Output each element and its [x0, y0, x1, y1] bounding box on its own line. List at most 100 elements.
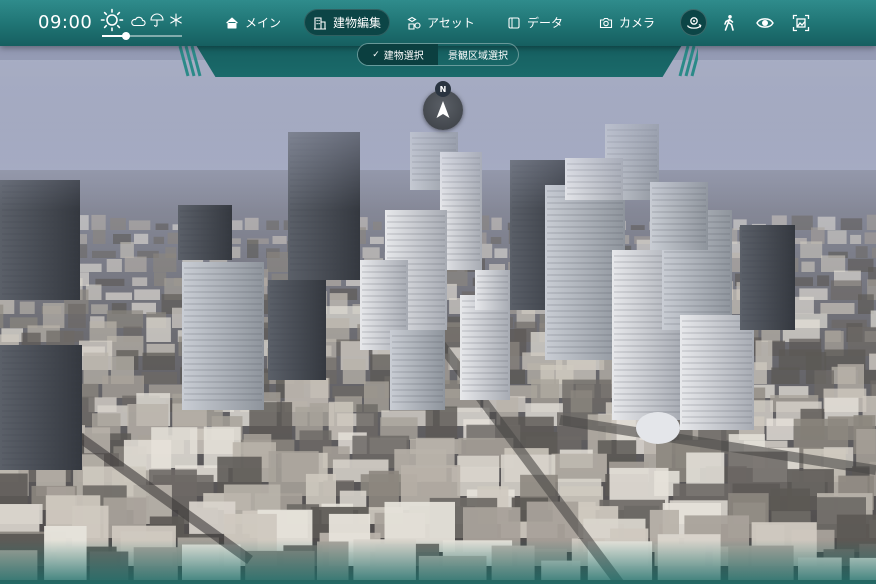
top-toolbar: 09:00 メイン 建物編集 アセット データ カメラ	[0, 0, 876, 46]
compass-arrow-icon	[436, 101, 450, 118]
rotate-view-icon	[686, 16, 701, 29]
low-rise-building	[134, 289, 160, 300]
asset-icon	[407, 16, 421, 30]
low-rise-building	[92, 250, 116, 258]
view-eye-button[interactable]	[751, 9, 778, 36]
walk-mode-button[interactable]	[715, 9, 742, 36]
rotate-view-button[interactable]	[680, 9, 707, 36]
camera-icon	[599, 17, 613, 28]
compass-north-label: N	[435, 81, 451, 97]
low-rise-building	[362, 247, 380, 258]
slider-knob[interactable]	[122, 32, 130, 40]
low-rise-building	[42, 303, 65, 328]
nav-building-edit[interactable]: 建物編集	[304, 9, 391, 36]
low-rise-building	[155, 223, 169, 230]
low-rise-building	[864, 232, 876, 244]
select-region-icon	[792, 14, 809, 31]
low-rise-building	[630, 225, 645, 230]
home-icon	[226, 17, 238, 28]
low-rise-building	[801, 261, 815, 272]
low-rise-building	[106, 259, 122, 272]
nav-main-label: メイン	[245, 16, 282, 30]
low-rise-building	[771, 367, 800, 384]
tab-landscape-zone-select-label: 景観区域選択	[448, 51, 508, 62]
low-rise-building	[120, 242, 134, 258]
low-rise-building	[110, 217, 126, 230]
sun-icon[interactable]	[100, 8, 124, 32]
time-display: 09:00	[38, 12, 93, 33]
low-rise-building	[231, 220, 243, 230]
low-rise-building	[92, 229, 106, 244]
low-rise-building	[134, 233, 149, 244]
nav-data[interactable]: データ	[498, 9, 572, 36]
low-rise-building	[247, 239, 259, 258]
nav-data-label: データ	[527, 16, 564, 30]
low-rise-building	[766, 418, 794, 440]
low-rise-building	[866, 214, 876, 230]
low-rise-building	[266, 220, 279, 230]
time-of-day-slider[interactable]	[102, 32, 182, 40]
low-rise-building	[79, 263, 102, 272]
low-rise-building	[827, 230, 847, 244]
skyscraper	[740, 225, 795, 330]
low-rise-building	[855, 246, 868, 258]
low-rise-building	[272, 236, 287, 244]
low-rise-building	[68, 303, 86, 328]
select-region-button[interactable]	[787, 9, 814, 36]
nav-camera-label: カメラ	[619, 16, 656, 30]
skyscraper	[460, 295, 510, 400]
nav-main[interactable]: メイン	[216, 9, 290, 36]
low-rise-building	[128, 220, 151, 230]
low-rise-building	[132, 277, 148, 286]
low-rise-building	[871, 247, 876, 258]
low-rise-building	[850, 234, 862, 244]
low-rise-building	[820, 303, 855, 314]
eye-icon	[755, 17, 774, 28]
low-rise-building	[79, 215, 89, 230]
low-rise-building	[490, 237, 502, 244]
snowflake-icon[interactable]	[169, 13, 183, 27]
low-rise-building	[105, 292, 132, 300]
low-rise-building	[342, 359, 366, 384]
nav-asset[interactable]: アセット	[398, 9, 484, 36]
skyscraper	[0, 345, 82, 470]
low-rise-building	[821, 255, 846, 272]
tab-building-select-label: 建物選択	[383, 51, 424, 62]
skyscraper	[268, 280, 326, 380]
low-rise-building	[491, 217, 502, 230]
low-rise-building	[153, 236, 165, 244]
cloud-icon[interactable]	[130, 15, 146, 27]
nav-camera[interactable]: カメラ	[590, 9, 664, 36]
low-rise-building	[124, 256, 147, 272]
low-rise-building	[870, 310, 876, 328]
skyscraper	[178, 205, 232, 260]
low-rise-building	[869, 353, 876, 370]
umbrella-icon[interactable]	[150, 13, 164, 27]
low-rise-building	[373, 221, 382, 230]
decor-stripes-left	[178, 46, 202, 77]
check-icon: ✓	[372, 49, 380, 60]
skyscraper	[680, 315, 754, 430]
tab-building-select[interactable]: ✓ 建物選択	[358, 44, 438, 65]
walk-icon	[723, 14, 734, 31]
tab-landscape-zone-select[interactable]: 景観区域選択	[438, 44, 518, 65]
nav-building-edit-label: 建物編集	[333, 16, 382, 30]
low-rise-building	[146, 317, 171, 342]
low-rise-building	[494, 248, 508, 258]
selection-mode-toggle: ✓ 建物選択 景観区域選択	[357, 43, 519, 66]
low-rise-building	[425, 406, 458, 440]
low-rise-building	[153, 253, 177, 272]
low-rise-building	[551, 453, 607, 482]
low-rise-building	[19, 301, 35, 314]
nav-asset-label: アセット	[427, 16, 475, 30]
low-rise-building	[141, 371, 178, 384]
low-rise-building	[840, 218, 863, 230]
low-rise-building	[830, 280, 862, 300]
low-rise-building	[91, 214, 106, 230]
low-rise-building	[244, 217, 259, 230]
low-rise-building	[800, 241, 823, 258]
low-rise-building	[91, 304, 108, 314]
decor-stripes-right	[678, 46, 698, 77]
building-icon	[314, 16, 326, 30]
low-rise-building	[142, 352, 175, 370]
